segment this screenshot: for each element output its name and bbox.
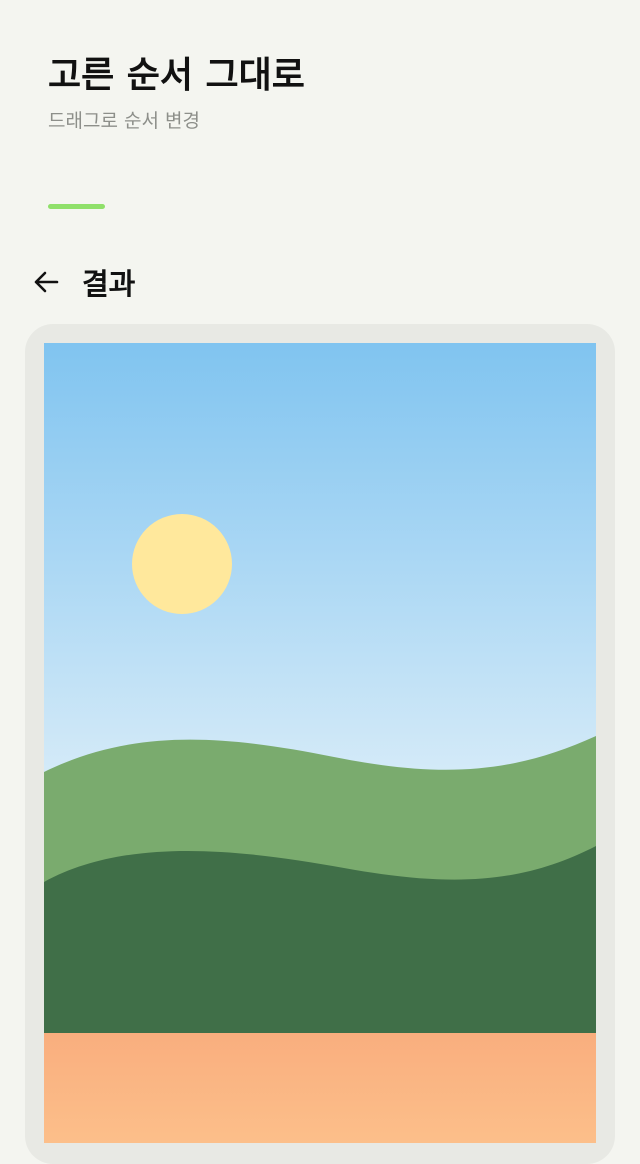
result-toolbar: 결과 <box>26 258 135 306</box>
arrow-left-icon <box>34 271 59 293</box>
accent-indicator <box>48 204 105 209</box>
sky <box>44 343 596 783</box>
sun <box>132 514 232 614</box>
header: 고른 순서 그대로 드래그로 순서 변경 <box>48 50 305 134</box>
back-button[interactable] <box>26 258 66 306</box>
page-subtitle: 드래그로 순서 변경 <box>48 110 200 132</box>
hill-front <box>44 846 596 1043</box>
toolbar-title: 결과 <box>82 267 136 301</box>
ground <box>44 1033 596 1143</box>
page-title: 고른 순서 그대로 <box>48 55 305 96</box>
result-image <box>44 343 596 1143</box>
